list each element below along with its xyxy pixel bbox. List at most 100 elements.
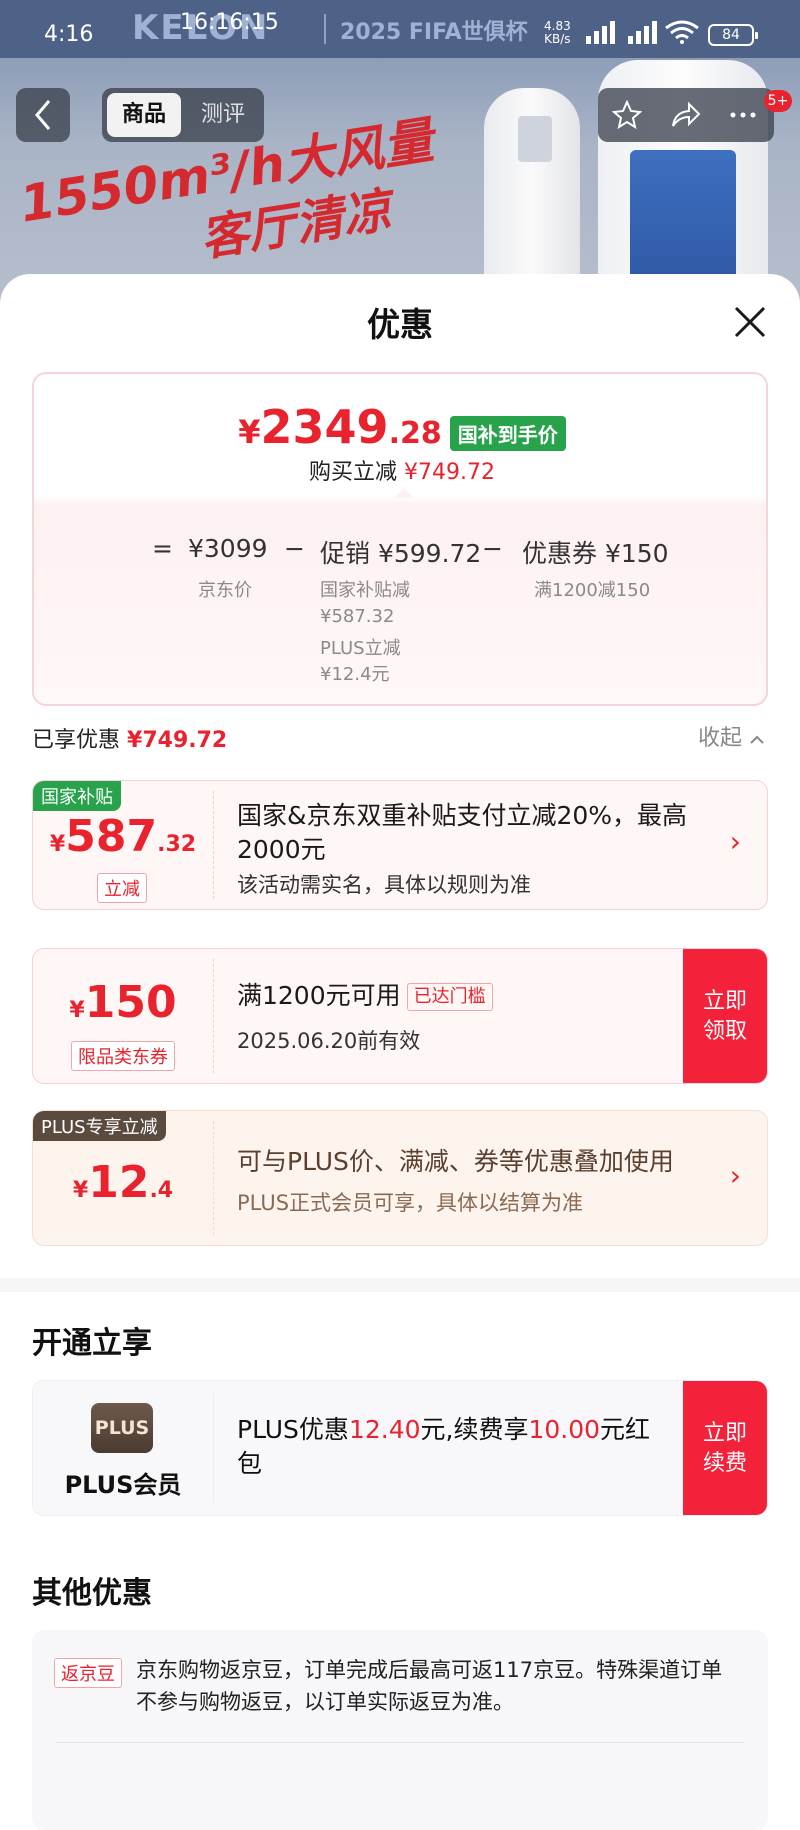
claim-coupon-button[interactable]: 立即领取: [683, 949, 767, 1083]
offer-value-2: 10.00: [528, 1415, 601, 1444]
amount-integer: 587: [65, 811, 158, 862]
status-time: 4:16: [44, 22, 94, 47]
plus-discount-label: PLUS立减: [320, 638, 401, 659]
coupon-amount: ¥587.32: [33, 811, 213, 862]
plus-name: PLUS会员: [64, 1471, 182, 1499]
coupon-type-label: 立减: [97, 873, 147, 903]
coupon-condition: 满1200减150: [534, 580, 651, 601]
minus-sign: −: [284, 534, 305, 563]
coupon-left: PLUS专享立减 ¥12.4: [33, 1111, 213, 1245]
signal-icon: [586, 21, 615, 44]
coupon-jd[interactable]: ¥150 限品类东券 满1200元可用 已达门槛 2025.06.20前有效 立即…: [32, 948, 768, 1084]
minus-sign-2: −: [482, 534, 503, 563]
chevron-right-icon: ›: [729, 825, 741, 858]
coupon-title: 可与PLUS价、满减、券等优惠叠加使用: [237, 1147, 674, 1176]
chevron-left-icon: [35, 100, 51, 130]
offer-value-1: 12.40: [348, 1415, 421, 1444]
coupon-note: 该活动需实名，具体以规则为准: [237, 873, 531, 897]
notch: [394, 488, 414, 498]
plus-logo: PLUS: [91, 1403, 153, 1453]
price-decimal: .28: [388, 416, 442, 451]
subsidy-tag: 国家补贴: [33, 781, 121, 811]
more-icon[interactable]: [718, 88, 768, 142]
jd-bean-description: 京东购物返京豆，订单完成后最高可返117京豆。特殊渠道订单不参与购物返豆，以订单…: [136, 1658, 723, 1714]
equals-sign: =: [152, 534, 173, 563]
battery-indicator: 84: [708, 24, 758, 46]
coupon-type-label: 限品类东券: [71, 1041, 175, 1071]
jd-bean-tag: 返京豆: [54, 1658, 122, 1688]
base-price: ¥3099: [188, 534, 268, 563]
currency-symbol: ¥: [49, 832, 66, 857]
discount-sheet: 优惠 ¥2349.28 国补到手价 购买立减 ¥749.72 = ¥3099 − …: [0, 274, 800, 1830]
chevron-right-icon: ›: [729, 1159, 741, 1192]
message-badge: 5+: [764, 90, 792, 112]
promo-amount: 促销 ¥599.72: [320, 539, 482, 568]
close-icon[interactable]: [726, 298, 774, 346]
sheet-title: 优惠: [367, 305, 433, 344]
total-saving: 购买立减 ¥749.72: [34, 454, 770, 486]
enjoyed-amount: ¥749.72: [127, 728, 228, 753]
coupon-condition: 满1200元可用: [237, 981, 401, 1010]
divider: [213, 1393, 214, 1503]
coupon-amount: 优惠券 ¥150: [522, 539, 669, 568]
divider: [213, 791, 214, 899]
top-actions: [598, 88, 774, 142]
threshold-met-tag: 已达门槛: [406, 983, 493, 1011]
coupon-left: 国家补贴 ¥587.32 立减: [33, 781, 213, 909]
coupon-title: 国家&京东双重补贴支付立减20%，最高2000元: [237, 801, 688, 864]
tab-review[interactable]: 测评: [188, 93, 258, 137]
offer-text-1: PLUS优惠: [237, 1415, 349, 1444]
price-integer: 2349: [260, 400, 389, 454]
enjoyed-discount: 已享优惠 ¥749.72: [32, 722, 227, 754]
tab-product[interactable]: 商品: [107, 93, 181, 137]
plus-discount-value: ¥12.4元: [320, 664, 390, 685]
amount-integer: 150: [84, 977, 177, 1028]
coupon-note: PLUS正式会员可享，具体以结算为准: [237, 1191, 584, 1215]
net-speed: 4.83 KB/s: [544, 20, 571, 46]
amount-decimal: .4: [149, 1178, 174, 1203]
collapse-toggle[interactable]: 收起: [698, 720, 765, 752]
coupon-expiry: 2025.06.20前有效: [237, 1029, 421, 1053]
favorite-star-icon[interactable]: [602, 88, 652, 142]
saving-label: 购买立减: [309, 460, 398, 485]
product-image-small: [484, 88, 580, 288]
page-tabs: 商品 测评: [102, 88, 264, 142]
final-price: ¥2349.28 国补到手价: [34, 400, 770, 454]
subsidy-label: 国家补贴减: [320, 580, 410, 601]
signal-icon-2: [628, 21, 657, 44]
wifi-icon: [665, 20, 699, 44]
amount-integer: 12: [88, 1157, 150, 1208]
price-breakdown-card: ¥2349.28 国补到手价 购买立减 ¥749.72 = ¥3099 − 促销 …: [32, 372, 768, 706]
back-button[interactable]: [16, 88, 70, 142]
coupon-national-subsidy[interactable]: 国家补贴 ¥587.32 立减 国家&京东双重补贴支付立减20%，最高2000元…: [32, 780, 768, 910]
currency-symbol: ¥: [72, 1178, 89, 1203]
price-tag-badge: 国补到手价: [449, 416, 566, 451]
status-bar: 4:16 16:16:15 4.83 KB/s 84: [0, 0, 800, 58]
divider: [56, 1742, 744, 1743]
share-icon[interactable]: [660, 88, 710, 142]
coupon-amount: ¥150: [33, 977, 213, 1028]
collapse-label: 收起: [698, 726, 743, 751]
section-gap: [0, 1278, 800, 1292]
open-section-title: 开通立享: [32, 1326, 152, 1361]
subsidy-value: ¥587.32: [320, 606, 395, 627]
plus-membership-card[interactable]: PLUS PLUS会员 PLUS优惠12.40元,续费享10.00元红包 立即续…: [32, 1380, 768, 1516]
coupon-title: 满1200元可用 已达门槛: [237, 979, 493, 1013]
coupon-left: ¥150 限品类东券: [33, 949, 213, 1083]
base-price-label: 京东价: [198, 580, 252, 601]
net-speed-unit: KB/s: [544, 32, 571, 46]
currency-symbol: ¥: [238, 413, 261, 451]
chevron-up-icon: [750, 735, 764, 744]
coupon-amount: ¥12.4: [33, 1157, 213, 1208]
offer-text-2: 元,续费享: [420, 1415, 529, 1444]
plus-offer-text: PLUS优惠12.40元,续费享10.00元红包: [237, 1413, 657, 1481]
enjoyed-label: 已享优惠: [32, 728, 121, 753]
coupon-plus[interactable]: PLUS专享立减 ¥12.4 可与PLUS价、满减、券等优惠叠加使用 PLUS正…: [32, 1110, 768, 1246]
renew-button[interactable]: 立即续费: [683, 1381, 767, 1515]
currency-symbol: ¥: [69, 998, 85, 1023]
amount-decimal: .32: [157, 832, 197, 857]
other-offers-card: 返京豆 京东购物返京豆，订单完成后最高可返117京豆。特殊渠道订单不参与购物返豆…: [32, 1630, 768, 1830]
clock-overlay: 16:16:15: [180, 10, 279, 35]
plus-tag: PLUS专享立减: [33, 1111, 166, 1141]
divider: [213, 959, 214, 1073]
